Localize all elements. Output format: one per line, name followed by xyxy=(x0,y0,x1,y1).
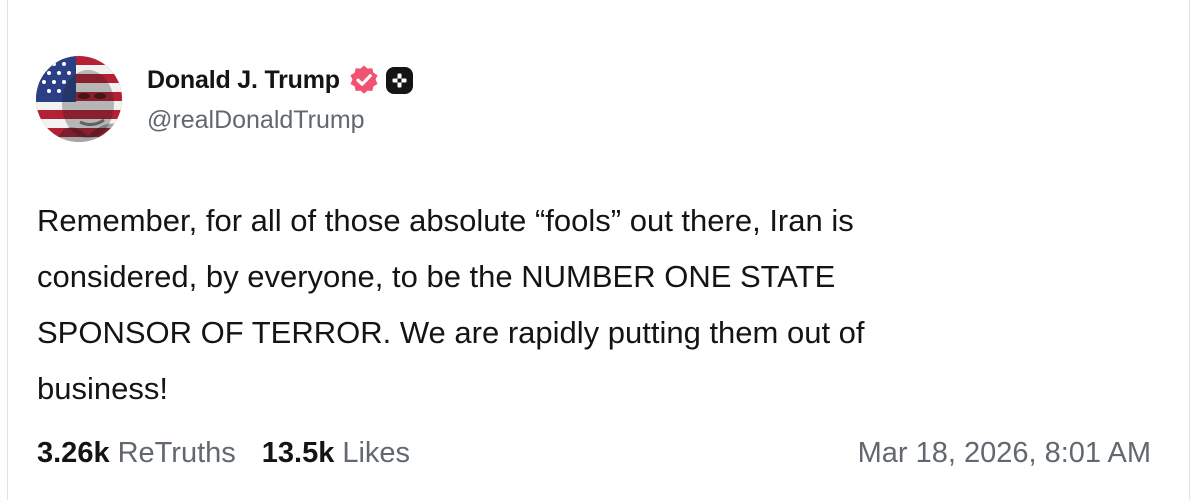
post-stats: 3.26k ReTruths 13.5k Likes xyxy=(37,431,410,475)
flag-portrait-avatar-icon xyxy=(36,56,122,142)
author-display-name[interactable]: Donald J. Trump xyxy=(147,66,340,95)
avatar[interactable] xyxy=(36,56,122,142)
plus-badge-icon xyxy=(385,66,413,94)
author-handle[interactable]: @realDonaldTrump xyxy=(147,106,365,135)
post-text: Remember, for all of those absolute “foo… xyxy=(37,203,865,406)
likes-count[interactable]: 13.5k xyxy=(262,437,335,470)
likes-label[interactable]: Likes xyxy=(342,437,410,470)
author-name-row: Donald J. Trump xyxy=(147,60,413,100)
retruths-label[interactable]: ReTruths xyxy=(118,437,236,470)
post-card: Donald J. Trump @realDonaldTrump Remembe… xyxy=(7,0,1190,500)
post-timestamp[interactable]: Mar 18, 2026, 8:01 AM xyxy=(858,431,1151,475)
verified-badge-icon xyxy=(350,65,378,94)
retruths-count[interactable]: 3.26k xyxy=(37,437,110,470)
